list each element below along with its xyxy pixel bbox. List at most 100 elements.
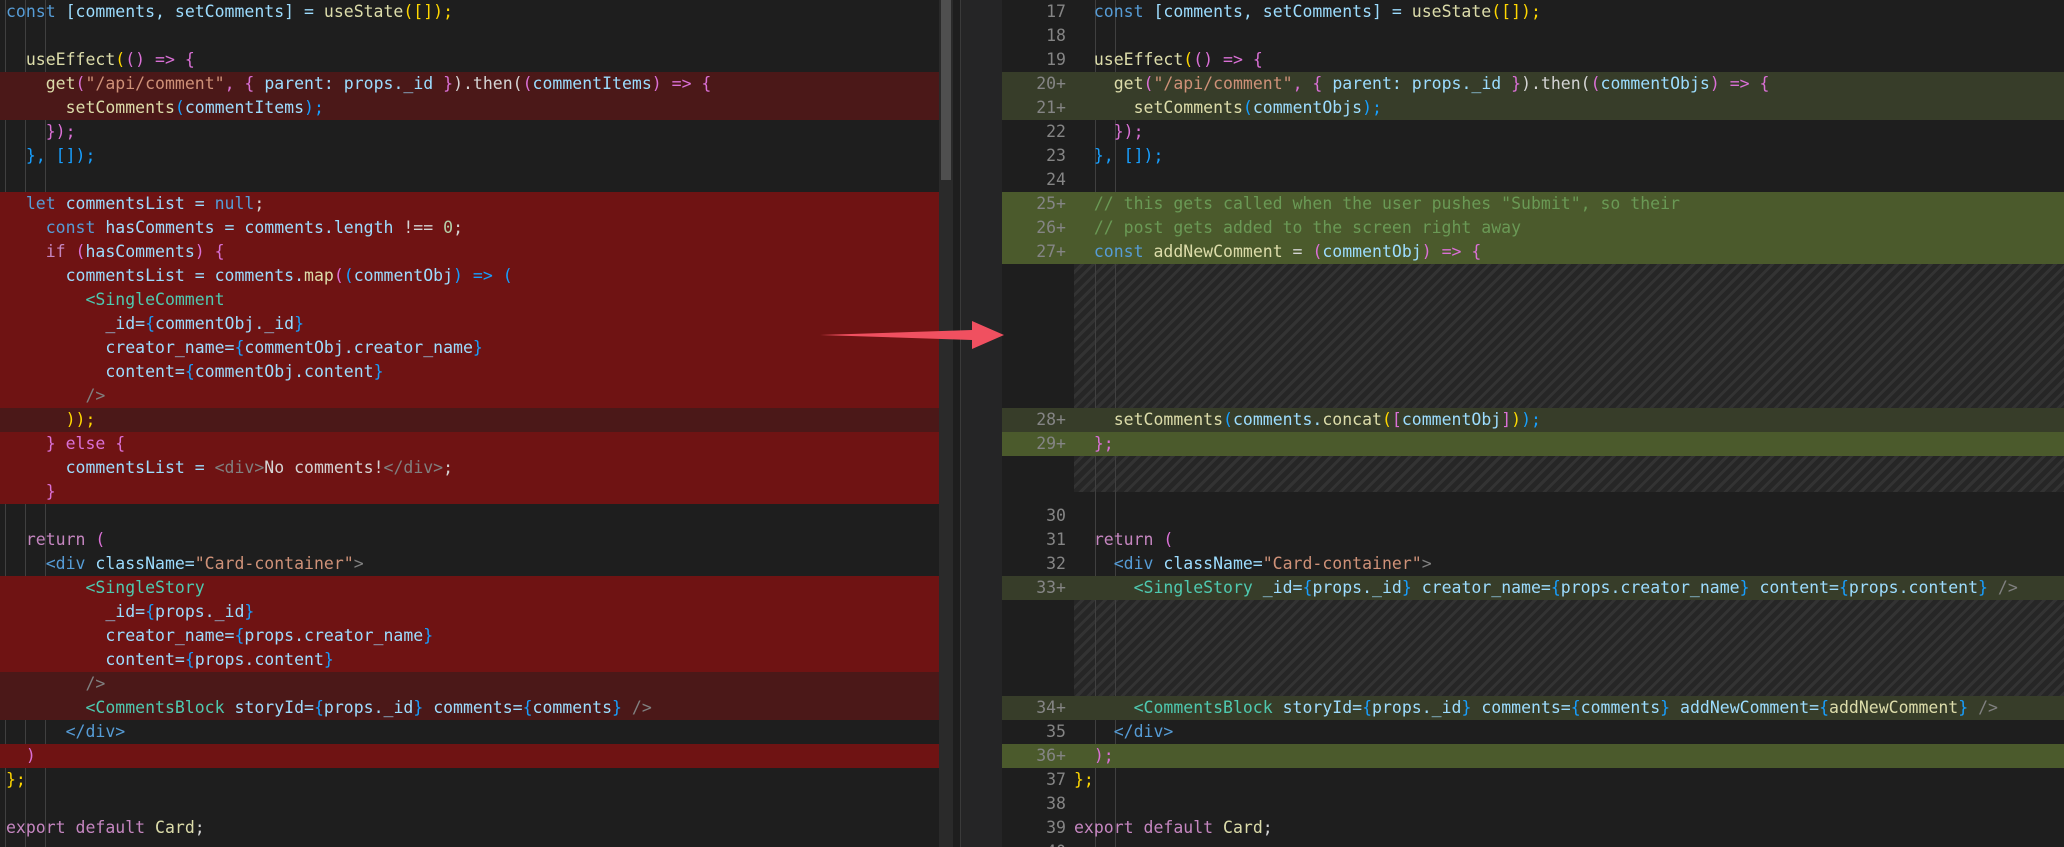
code-line[interactable]: const hasComments = comments.length !== …: [0, 216, 953, 240]
diff-spacer-hatch: [1074, 588, 2064, 696]
code-line[interactable]: 28+ setComments(comments.concat([comment…: [1002, 408, 2064, 432]
code-line[interactable]: 21+ setComments(commentObjs);: [1002, 96, 2064, 120]
scrollbar-thumb[interactable]: [941, 0, 951, 180]
code-token: {: [1302, 578, 1313, 597]
code-line[interactable]: let commentsList = null;: [0, 192, 953, 216]
code-line[interactable]: 30: [1002, 504, 2064, 528]
code-line[interactable]: useEffect(() => {: [0, 48, 953, 72]
code-token: ) => (: [453, 266, 513, 285]
code-text: <CommentsBlock storyId={props._id} comme…: [6, 696, 652, 720]
code-token: comments.: [1232, 410, 1323, 429]
code-token: No comments!: [264, 458, 384, 477]
code-token: }: [413, 698, 434, 717]
code-line[interactable]: 32 <div className="Card-container">: [1002, 552, 2064, 576]
code-token: commentObjs: [1600, 74, 1710, 93]
code-line[interactable]: setComments(commentItems);: [0, 96, 953, 120]
code-line[interactable]: }: [0, 480, 953, 504]
code-token: 0: [443, 218, 454, 237]
code-token: hasComments = comments.: [105, 218, 334, 237]
code-token: <div: [6, 554, 96, 573]
code-token: />: [631, 698, 652, 717]
code-line[interactable]: return (: [0, 528, 953, 552]
code-text: return (: [6, 528, 105, 552]
code-line[interactable]: 24: [1002, 168, 2064, 192]
code-line[interactable]: 29+ };: [1002, 432, 2064, 456]
code-line[interactable]: content={props.content}: [0, 648, 953, 672]
code-line[interactable]: export default Card;: [0, 816, 953, 840]
code-token: (: [1183, 50, 1194, 69]
code-token: ;: [443, 458, 454, 477]
code-line[interactable]: _id={props._id}: [0, 600, 953, 624]
code-line[interactable]: [0, 504, 953, 528]
code-line[interactable]: 25+ // this gets called when the user pu…: [1002, 192, 2064, 216]
code-token: }: [6, 482, 56, 501]
code-line[interactable]: });: [0, 120, 953, 144]
code-line[interactable]: [0, 168, 953, 192]
code-line[interactable]: 39 export default Card;: [1002, 816, 2064, 840]
line-number: 22: [1046, 122, 1066, 141]
code-line[interactable]: commentsList = <div>No comments!</div>;: [0, 456, 953, 480]
code-text: });: [6, 120, 76, 144]
code-line[interactable]: _id={commentObj._id}: [0, 312, 953, 336]
code-token: setComments: [1074, 410, 1224, 429]
code-token: null: [214, 194, 255, 213]
diff-modified-pane[interactable]: 17 const [comments, setComments] = useSt…: [1002, 0, 2064, 847]
code-text: <div className="Card-container">: [1074, 552, 1432, 576]
code-line[interactable]: [0, 792, 953, 816]
code-line[interactable]: 18: [1002, 24, 2064, 48]
code-token: length: [333, 218, 404, 237]
code-line[interactable]: 23 }, []);: [1002, 144, 2064, 168]
code-text: };: [1074, 768, 1094, 792]
code-line[interactable]: 37};: [1002, 768, 2064, 792]
diff-original-pane[interactable]: const [comments, setComments] = useState…: [0, 0, 953, 847]
code-line[interactable]: </div>: [0, 720, 953, 744]
code-line[interactable]: 38: [1002, 792, 2064, 816]
code-line[interactable]: />: [0, 384, 953, 408]
code-line[interactable]: 34+ <CommentsBlock storyId={props._id} c…: [1002, 696, 2064, 720]
code-token: />: [1997, 578, 2018, 597]
line-number: 30: [1046, 506, 1066, 525]
code-line[interactable]: };: [0, 768, 953, 792]
code-line[interactable]: if (hasComments) {: [0, 240, 953, 264]
code-line[interactable]: content={commentObj.content}: [0, 360, 953, 384]
code-line[interactable]: 40: [1002, 840, 2064, 847]
code-token: () => {: [1193, 50, 1263, 69]
code-line[interactable]: 26+ // post gets added to the screen rig…: [1002, 216, 2064, 240]
code-line[interactable]: const [comments, setComments] = useState…: [0, 0, 953, 24]
code-line[interactable]: <CommentsBlock storyId={props._id} comme…: [0, 696, 953, 720]
code-line[interactable]: 33+ <SingleStory _id={props._id} creator…: [1002, 576, 2064, 600]
code-line[interactable]: ): [0, 744, 953, 768]
code-line[interactable]: 27+ const addNewComment = (commentObj) =…: [1002, 240, 2064, 264]
code-token: <SingleStory: [1074, 578, 1263, 597]
code-line[interactable]: 36+ );: [1002, 744, 2064, 768]
code-line[interactable]: commentsList = comments.map((commentObj)…: [0, 264, 953, 288]
code-line[interactable]: <SingleStory: [0, 576, 953, 600]
code-line[interactable]: creator_name={commentObj.creator_name}: [0, 336, 953, 360]
code-line[interactable]: 35 </div>: [1002, 720, 2064, 744]
original-scrollbar[interactable]: [939, 0, 953, 847]
code-line[interactable]: <SingleComment: [0, 288, 953, 312]
line-number: 29+: [1036, 434, 1066, 453]
code-token: commentObj.creator_name: [244, 338, 473, 357]
code-line[interactable]: 31 return (: [1002, 528, 2064, 552]
code-token: const: [6, 218, 106, 237]
code-line[interactable]: 17 const [comments, setComments] = useSt…: [1002, 0, 2064, 24]
code-line[interactable]: 20+ get("/api/comment", { parent: props.…: [1002, 72, 2064, 96]
code-token: parent: props._id: [1332, 74, 1512, 93]
line-number: 31: [1046, 530, 1066, 549]
code-line[interactable]: />: [0, 672, 953, 696]
code-line[interactable]: 19 useEffect(() => {: [1002, 48, 2064, 72]
code-token: {: [234, 338, 245, 357]
code-line[interactable]: }, []);: [0, 144, 953, 168]
code-line[interactable]: creator_name={props.creator_name}: [0, 624, 953, 648]
code-line[interactable]: } else {: [0, 432, 953, 456]
code-token: <CommentsBlock: [1074, 698, 1283, 717]
code-text: return (: [1074, 528, 1173, 552]
code-line[interactable]: get("/api/comment", { parent: props._id …: [0, 72, 953, 96]
code-token: // this gets called when the user pushes…: [1074, 194, 1680, 213]
code-text: get("/api/comment", { parent: props._id …: [6, 72, 712, 96]
code-line[interactable]: 22 });: [1002, 120, 2064, 144]
code-line[interactable]: ));: [0, 408, 953, 432]
code-token: commentsList =: [65, 194, 215, 213]
code-line[interactable]: <div className="Card-container">: [0, 552, 953, 576]
